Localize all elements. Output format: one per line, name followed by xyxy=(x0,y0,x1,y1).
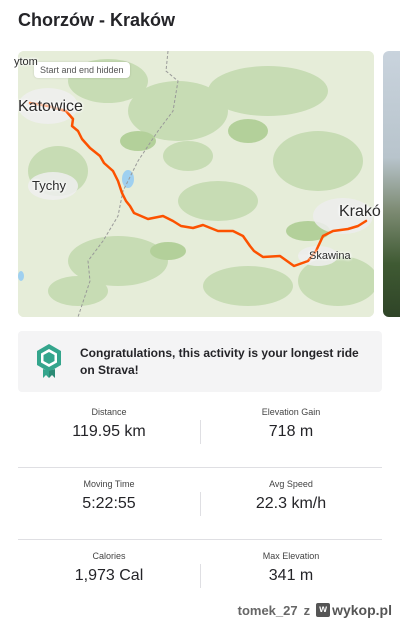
stat-label: Distance xyxy=(91,407,127,417)
stat-value: 119.95 km xyxy=(72,423,146,440)
stat-label: Moving Time xyxy=(83,479,135,489)
map-label-krakow: Krakó xyxy=(339,203,381,220)
activity-title: Chorzów - Kraków xyxy=(18,10,176,30)
achievement-badge-icon xyxy=(35,343,63,384)
stat-distance: Distance 119.95 km xyxy=(18,396,200,468)
map-label-katowice: Katowice xyxy=(18,98,83,115)
stats-row: Moving Time 5:22:55 Avg Speed 22.3 km/h xyxy=(18,468,382,540)
watermark-sep: z xyxy=(303,602,311,618)
stat-label: Elevation Gain xyxy=(261,407,321,417)
stat-label: Avg Speed xyxy=(269,479,313,489)
map-label-bytom: ytom xyxy=(14,56,38,68)
stat-calories: Calories 1,973 Cal xyxy=(18,540,200,612)
stat-value: 1,973 Cal xyxy=(74,567,144,584)
map-canvas xyxy=(18,51,374,317)
route-map[interactable] xyxy=(18,51,374,317)
activity-stats: Distance 119.95 km Elevation Gain 718 m … xyxy=(18,396,382,612)
watermark-user: tomek_27 xyxy=(237,602,298,618)
map-label-tychy: Tychy xyxy=(32,178,66,193)
wykop-logo-icon: w xyxy=(316,603,331,617)
achievement-message: Congratulations, this activity is your l… xyxy=(80,346,359,377)
stat-avg-speed: Avg Speed 22.3 km/h xyxy=(200,468,382,540)
stat-value: 718 m xyxy=(268,423,314,440)
watermark-site: wykop.pl xyxy=(332,602,392,618)
stat-value: 341 m xyxy=(268,567,314,584)
stat-label: Max Elevation xyxy=(262,551,320,561)
wykop-logo: w wykop.pl xyxy=(316,602,392,618)
stat-label: Calories xyxy=(92,551,126,561)
stat-elevation-gain: Elevation Gain 718 m xyxy=(200,396,382,468)
map-label-skawina: Skawina xyxy=(309,250,351,262)
activity-photo-thumbnail[interactable] xyxy=(383,51,400,317)
stat-value: 22.3 km/h xyxy=(255,495,327,512)
privacy-label: Start and end hidden xyxy=(34,62,130,78)
achievement-banner: Congratulations, this activity is your l… xyxy=(18,331,382,392)
watermark: tomek_27 z w wykop.pl xyxy=(238,602,392,618)
stat-moving-time: Moving Time 5:22:55 xyxy=(18,468,200,540)
stat-value: 5:22:55 xyxy=(82,495,136,512)
stats-row: Distance 119.95 km Elevation Gain 718 m xyxy=(18,396,382,468)
